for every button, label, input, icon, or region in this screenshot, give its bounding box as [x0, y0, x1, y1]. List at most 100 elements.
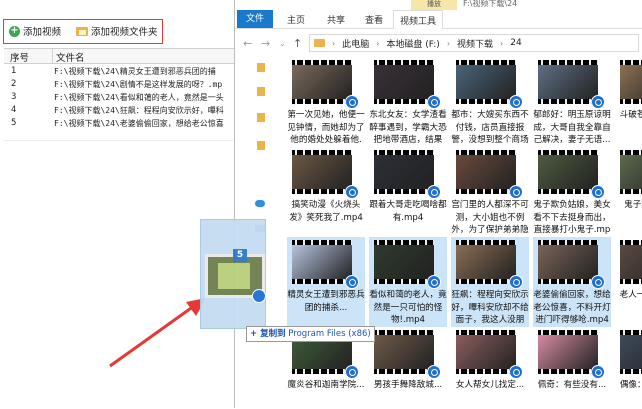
file-item[interactable]: 狂飙：程程向安欣示好，嗶科安欣却不给面子，我这人没朋友... — [451, 237, 529, 327]
media-player-icon — [345, 185, 359, 199]
thumbnail-image — [374, 245, 434, 279]
media-player-icon — [509, 275, 523, 289]
add-video-folder-button[interactable]: 添加视频文件夹 — [76, 24, 158, 38]
file-explorer-window: 播放 F:\视频下载\24 文件 主页 共享 查看 视频工具 ← → ⌄ ↑ ›… — [234, 0, 642, 408]
row-path: F:\视频下载\24\狂飙：程程向安欣示好，嗶科 — [54, 106, 224, 115]
drag-preview: 5 — [200, 219, 266, 329]
add-video-button[interactable]: + 添加视频 — [9, 24, 61, 38]
arrow-right-icon[interactable]: → — [261, 37, 270, 50]
breadcrumb-drive[interactable]: 本地磁盘 (F:) — [386, 37, 439, 50]
table-row[interactable]: 5 F:\视频下载\24\老婆偷偷回家，想给老公惊喜 — [4, 117, 262, 130]
file-name: 狂飙：程程向安欣示好，嗶科安欣却不给面子，我这人没朋友... — [451, 290, 529, 325]
table-row[interactable]: 4 F:\视频下载\24\狂飙：程程向安欣示好，嗶科 — [4, 104, 262, 117]
address-bar[interactable]: › 此电脑 › 本地磁盘 (F:) › 视频下载 › 24 — [309, 34, 639, 52]
breadcrumb-24[interactable]: 24 — [510, 38, 521, 48]
onedrive-icon[interactable] — [255, 200, 265, 207]
tab-video-tools[interactable]: 视频工具 — [393, 10, 444, 29]
column-filename[interactable]: 文件名 — [56, 50, 85, 64]
media-player-icon — [427, 185, 441, 199]
file-item[interactable]: 搞笑动漫《火烧头发》笑死我了.mp4 — [287, 147, 365, 237]
file-item[interactable]: 精灵女王遭到邪恶兵团的捕杀... — [287, 237, 365, 327]
table-row[interactable]: 1 F:\视频下载\24\精灵女王遭到邪恶兵团的捕 — [4, 65, 262, 78]
toolbar-highlight: + 添加视频 添加视频文件夹 — [3, 19, 163, 44]
file-item[interactable]: 宫门里的人都深不可测，大小姐也不例外，为了保护弟弟隐藏... — [451, 147, 529, 237]
file-item[interactable]: 偶像：有充没充... — [615, 327, 642, 408]
column-index[interactable]: 序号 — [10, 50, 29, 64]
folder-icon[interactable] — [257, 141, 265, 150]
thumbnail-image — [456, 65, 516, 99]
file-name: 看似和蔼的老人，竟然是一只可怕的怪物!.mp4 — [369, 290, 447, 325]
thumbnail-image — [374, 155, 434, 189]
file-name: 老人一辈子被人摇摇... — [619, 290, 642, 300]
breadcrumb-this-pc[interactable]: 此电脑 — [342, 37, 369, 50]
file-table-body: 1 F:\视频下载\24\精灵女王遭到邪恶兵团的捕 2 F:\视频下载\24\剧… — [4, 65, 262, 130]
file-item[interactable]: 郁郎好：明玉原谅明成，大哥自我全靠自己解决，妻子无语... — [533, 57, 611, 147]
video-thumbnail — [620, 60, 642, 104]
breadcrumb-video-download[interactable]: 视频下载 — [457, 37, 493, 50]
file-item[interactable]: 女人帮女儿找定... — [451, 327, 529, 408]
tab-view[interactable]: 查看 — [365, 13, 383, 26]
video-thumbnail — [456, 330, 516, 374]
video-thumbnail — [456, 150, 516, 194]
file-item[interactable]: 东北女友：女学渣看醉事遇到，学霸大恐把地带酒店，结果完... — [369, 57, 447, 147]
video-thumbnail — [538, 240, 598, 284]
file-item[interactable]: 男孩手舞降敌城... — [369, 327, 447, 408]
video-thumbnail — [620, 330, 642, 374]
file-item[interactable]: 看似和蔼的老人，竟然是一只可怕的怪物!.mp4 — [369, 237, 447, 327]
thumbnail-image — [620, 155, 642, 189]
file-name: 跟着大哥走吃喝啥都有.mp4 — [369, 200, 447, 223]
file-item[interactable]: 老婆偷偷回家，想给老公惊喜，不料开灯进门吓得够呛.mp4 — [533, 237, 611, 327]
context-tab-play[interactable]: 播放 — [411, 0, 457, 10]
tab-home[interactable]: 主页 — [287, 13, 305, 26]
file-name: 鬼子欺负姑娘，美女看不下去挺身而出，直接暴打小鬼子.mp4 — [533, 200, 611, 235]
add-video-label: 添加视频 — [23, 27, 62, 38]
file-item[interactable]: 鬼子欺负姑娘，美女看不下去挺身而出，直接暴打小鬼子.mp4 — [533, 147, 611, 237]
arrow-left-icon[interactable]: ← — [243, 37, 252, 50]
folder-icon[interactable] — [257, 113, 265, 122]
file-name: 精灵女王遭到邪恶兵团的捕杀... — [287, 290, 365, 313]
file-grid: 第一次见她，他便一见钟情，而她却为了他的婚处处躲着他.mp4东北女友：女学渣看醉… — [287, 57, 642, 408]
folder-icon — [76, 26, 88, 36]
folder-icon — [314, 39, 325, 47]
file-name: 斗破苍穹：卖开元丽... — [619, 110, 642, 120]
drag-tooltip: + 复制到 Program Files (x86) — [246, 326, 375, 342]
thumbnail-image — [292, 65, 352, 99]
file-item[interactable]: 第一次见她，他便一见钟情，而她却为了他的婚处处躲着他.mp4 — [287, 57, 365, 147]
video-thumbnail — [374, 60, 434, 104]
file-item[interactable]: 鬼子欺八路兄... — [615, 147, 642, 237]
chevron-down-icon[interactable]: ⌄ — [279, 39, 286, 48]
breadcrumb-separator: › — [376, 38, 380, 48]
file-item[interactable]: 佩奇：有些没有... — [533, 327, 611, 408]
thumbnail-image — [620, 335, 642, 369]
thumbnail-image — [374, 65, 434, 99]
table-row[interactable]: 3 F:\视频下载\24\看似和蔼的老人，竟然是一头 — [4, 91, 262, 104]
file-item[interactable]: 斗破苍穹：卖开元丽... — [615, 57, 642, 147]
video-thumbnail — [538, 60, 598, 104]
arrow-up-icon[interactable]: ↑ — [293, 37, 302, 50]
file-name: 宫门里的人都深不可测，大小姐也不例外，为了保护弟弟隐藏... — [451, 200, 529, 235]
video-thumbnail — [374, 240, 434, 284]
file-name: 鬼子欺八路兄... — [624, 200, 642, 210]
column-divider[interactable] — [52, 49, 53, 63]
row-index: 4 — [11, 105, 17, 115]
media-player-icon — [591, 95, 605, 109]
file-item[interactable]: 都市：大嫂买东西不付钱，店员直接报警，没想到整个商场都是... — [451, 57, 529, 147]
breadcrumb-separator: › — [332, 38, 336, 48]
video-thumbnail — [374, 330, 434, 374]
file-name: 老婆偷偷回家，想给老公惊喜，不料开灯进门吓得够呛.mp4 — [533, 290, 611, 325]
file-name: 搞笑动漫《火烧头发》笑死我了.mp4 — [289, 200, 363, 223]
add-video-folder-label: 添加视频文件夹 — [91, 27, 158, 38]
table-row[interactable]: 2 F:\视频下载\24\剧情不是这样发展的呀？.mp — [4, 78, 262, 91]
file-item[interactable]: 老人一辈子被人摇摇... — [615, 237, 642, 327]
thumbnail-image — [538, 335, 598, 369]
folder-icon[interactable] — [257, 87, 265, 96]
file-name: 男孩手舞降敌城... — [373, 380, 443, 390]
row-index: 3 — [11, 92, 17, 102]
window-title: F:\视频下载\24 — [463, 0, 518, 8]
media-player-icon — [591, 275, 605, 289]
file-item[interactable]: 跟着大哥走吃喝啥都有.mp4 — [369, 147, 447, 237]
tab-share[interactable]: 共享 — [327, 13, 345, 26]
file-name: 东北女友：女学渣看醉事遇到，学霸大恐把地带酒店，结果完... — [369, 110, 447, 145]
folder-icon[interactable] — [257, 63, 265, 72]
tab-file[interactable]: 文件 — [237, 10, 273, 28]
